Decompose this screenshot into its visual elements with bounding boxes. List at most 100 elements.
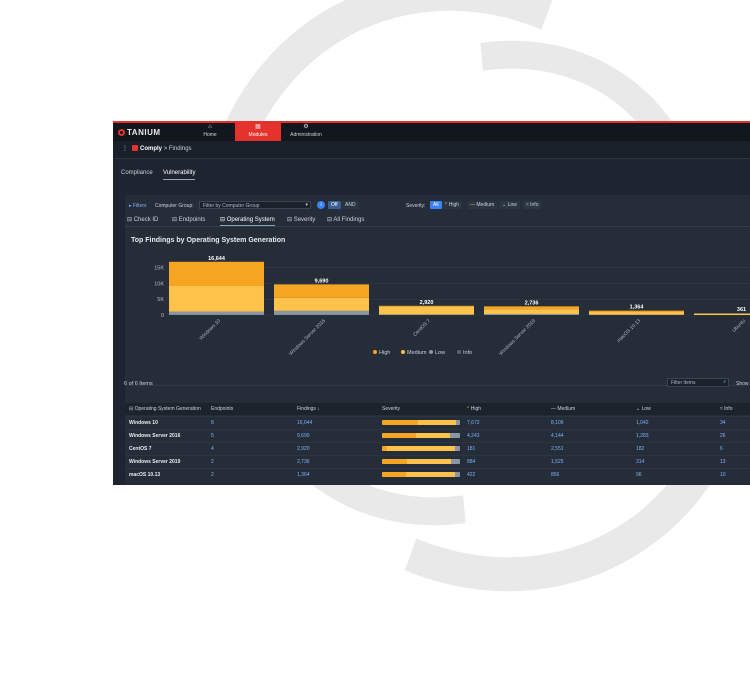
cell-info[interactable]: 10 <box>720 472 726 478</box>
severity-all[interactable]: All <box>430 201 442 209</box>
top-navbar: TANIUM ⌂ Home ▦ Modules ⚙ Administration <box>113 121 750 141</box>
cell-medium[interactable]: 2,551 <box>551 446 564 452</box>
y-tick-label: 10K <box>154 281 164 287</box>
subtab-check-id[interactable]: ⊟ Check ID <box>127 216 158 223</box>
tab-compliance[interactable]: Compliance <box>121 170 153 179</box>
cell-low[interactable]: 1,283 <box>636 433 649 439</box>
cell-info[interactable]: 26 <box>720 433 726 439</box>
breadcrumb-module[interactable]: Comply <box>140 146 162 152</box>
cell-findings[interactable]: 1,364 <box>297 472 310 478</box>
col-medium[interactable]: — Medium <box>551 406 575 412</box>
table-row[interactable]: CentOS 7 4 2,920 181 2,551 182 6 <box>125 442 750 456</box>
item-count: 6 of 6 Items <box>124 381 153 387</box>
bar-segment-high <box>169 262 264 286</box>
legend-marker <box>429 350 433 354</box>
cell-endpoints[interactable]: 4 <box>211 446 214 452</box>
medium-col-icon: — <box>551 406 556 412</box>
severity-info[interactable]: ≈ Info <box>523 201 541 209</box>
bar-segment-medium <box>589 312 684 315</box>
toggle-off[interactable]: Off <box>328 201 341 209</box>
severity-high[interactable]: ^ High <box>442 201 462 209</box>
all-findings-icon: ⊟ <box>327 217 332 223</box>
cell-high[interactable]: 181 <box>467 446 475 452</box>
cell-findings[interactable]: 9,690 <box>297 433 310 439</box>
cell-low[interactable]: 182 <box>636 446 644 452</box>
tab-vulnerability[interactable]: Vulnerability <box>163 170 195 180</box>
data-label: 361 <box>737 307 746 313</box>
col-os-generation[interactable]: ⊟ Operating System Generation <box>129 406 201 412</box>
cell-info[interactable]: 13 <box>720 459 726 465</box>
cell-high[interactable]: 4,243 <box>467 433 480 439</box>
menu-dots-icon[interactable]: ⋮ <box>122 146 128 152</box>
search-icon: ⌕ <box>723 379 726 385</box>
data-label: 16,644 <box>208 256 226 262</box>
severity-medium[interactable]: — Medium <box>467 201 497 209</box>
severity-bar-segment <box>456 420 460 425</box>
severity-bar-segment <box>455 472 460 477</box>
toggle-and[interactable]: AND <box>342 201 359 209</box>
table-row[interactable]: Windows Server 2019 2 2,736 884 1,525 314 13 <box>125 455 750 469</box>
severity-low[interactable]: ⌄ Low <box>499 201 520 209</box>
cell-high[interactable]: 422 <box>467 472 475 478</box>
data-label: 2,920 <box>420 300 434 306</box>
main-tabs: Compliance Vulnerability <box>113 170 750 183</box>
nav-home[interactable]: ⌂ Home <box>193 123 227 141</box>
severity-bar <box>382 459 460 464</box>
cell-endpoints[interactable]: 2 <box>211 459 214 465</box>
tanium-logo[interactable]: TANIUM <box>118 128 161 137</box>
findings-panel: ▸ Filters Computer Group: Filter by Comp… <box>125 195 750 485</box>
subtab-all-findings[interactable]: ⊟ All Findings <box>327 216 364 223</box>
col-info[interactable]: ≈ Info <box>720 406 732 412</box>
severity-bar-segment <box>382 459 407 464</box>
severity-icon: ⊟ <box>287 217 292 223</box>
cell-endpoints[interactable]: 2 <box>211 472 214 478</box>
cell-low[interactable]: 1,042 <box>636 420 649 426</box>
nav-modules[interactable]: ▦ Modules <box>235 123 281 141</box>
cell-endpoints[interactable]: 8 <box>211 420 214 426</box>
breadcrumb-bar: ⋮Comply > Findings <box>113 141 750 159</box>
filter-items-input[interactable]: Filter items ⌕ <box>667 378 729 387</box>
table-row[interactable]: Windows 10816,6447,6728,1061,04234 <box>125 416 750 430</box>
show-button[interactable]: Show <box>736 381 749 387</box>
computer-group-select[interactable]: Filter by Computer Group ▾ <box>199 201 311 209</box>
col-severity[interactable]: Severity <box>382 406 400 412</box>
table-row[interactable]: macOS 10.1321,3644228569610 <box>125 468 750 482</box>
low-col-icon: ⌄ <box>636 406 640 412</box>
subtab-endpoints[interactable]: ⊟ Endpoints <box>172 216 205 223</box>
administration-icon: ⚙ <box>285 123 327 132</box>
cell-info[interactable]: 34 <box>720 420 726 426</box>
severity-bar <box>382 420 460 425</box>
cell-os-generation: CentOS 7 <box>129 446 152 452</box>
breadcrumb-page: Findings <box>169 146 192 152</box>
cell-high[interactable]: 7,672 <box>467 420 480 426</box>
cell-medium[interactable]: 4,144 <box>551 433 564 439</box>
filters-toggle[interactable]: ▸ Filters <box>129 203 147 209</box>
breadcrumb: ⋮Comply > Findings <box>122 145 192 152</box>
cell-os-generation: Windows Server 2019 <box>129 459 180 465</box>
info-icon[interactable]: i <box>317 201 325 209</box>
bar-segment-medium <box>169 286 264 312</box>
col-endpoints[interactable]: Endpoints <box>211 406 233 412</box>
cell-medium[interactable]: 856 <box>551 472 559 478</box>
col-high[interactable]: ^ High <box>467 406 481 412</box>
cell-high[interactable]: 884 <box>467 459 475 465</box>
subtab-operating-system[interactable]: ⊟ Operating System <box>220 216 275 226</box>
cell-low[interactable]: 96 <box>636 472 642 478</box>
col-low[interactable]: ⌄ Low <box>636 406 651 412</box>
cell-endpoints[interactable]: 5 <box>211 433 214 439</box>
cell-findings[interactable]: 2,736 <box>297 459 310 465</box>
x-tick-label: macOS 10.13 <box>616 318 642 344</box>
modules-icon: ▦ <box>235 123 281 132</box>
cell-info[interactable]: 6 <box>720 446 723 452</box>
cell-findings[interactable]: 16,644 <box>297 420 312 426</box>
table-row[interactable]: Windows Server 201659,6904,2434,1441,283… <box>125 429 750 443</box>
subtab-severity[interactable]: ⊟ Severity <box>287 216 315 223</box>
bar-segment-medium <box>694 314 750 316</box>
col-findings[interactable]: Findings ↓ <box>297 406 320 412</box>
cell-findings[interactable]: 2,920 <box>297 446 310 452</box>
cell-medium[interactable]: 1,525 <box>551 459 564 465</box>
cell-medium[interactable]: 8,106 <box>551 420 564 426</box>
cell-low[interactable]: 314 <box>636 459 644 465</box>
severity-bar-segment <box>387 446 455 451</box>
nav-administration[interactable]: ⚙ Administration <box>285 123 327 141</box>
